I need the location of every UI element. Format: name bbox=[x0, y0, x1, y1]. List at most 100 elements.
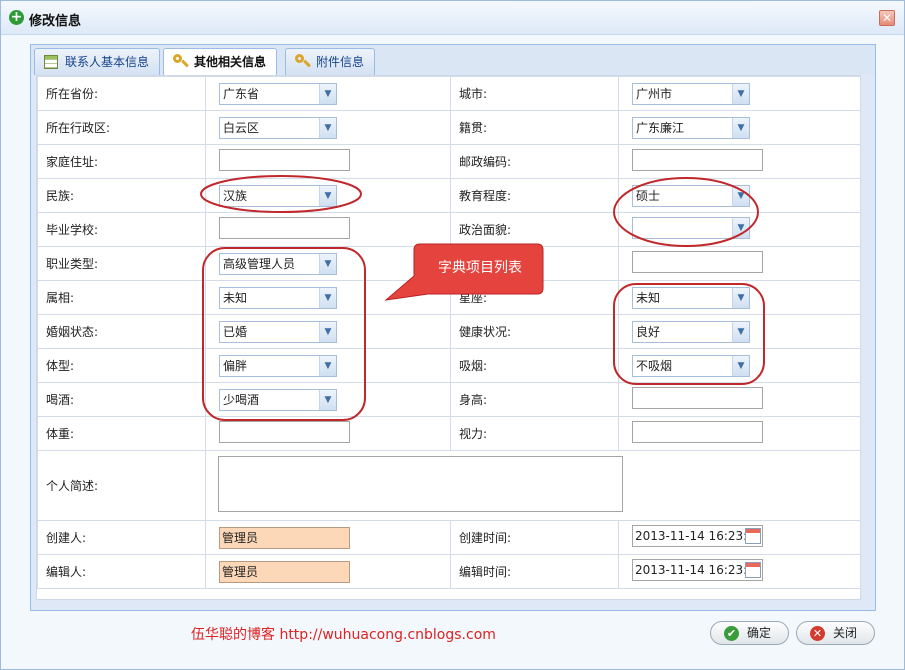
field-label: 吸烟: bbox=[450, 348, 619, 383]
table-icon bbox=[44, 55, 58, 69]
text-input[interactable] bbox=[632, 387, 763, 409]
close-button[interactable]: ✕ 关闭 bbox=[796, 621, 875, 645]
tab-attachments[interactable]: 附件信息 bbox=[285, 48, 376, 75]
blog-link[interactable]: 伍华聪的博客 http://wuhuacong.cnblogs.com bbox=[191, 624, 496, 644]
form-row: 体型: 偏胖 ▼ 吸烟: 不吸烟 ▼ bbox=[37, 348, 861, 383]
dropdown-select[interactable]: 汉族 ▼ bbox=[219, 184, 337, 207]
text-input[interactable] bbox=[219, 421, 350, 443]
form-row: 所在行政区: 白云区 ▼ 籍贯: 广东廉江 ▼ bbox=[37, 110, 861, 145]
tab-contact-basic[interactable]: 联系人基本信息 bbox=[34, 48, 161, 75]
value-cell: 硕士 ▼ bbox=[618, 178, 861, 213]
chevron-down-icon[interactable]: ▼ bbox=[732, 218, 749, 238]
field-label: 政治面貌: bbox=[450, 212, 619, 247]
field-label: 家庭住址: bbox=[37, 144, 206, 179]
editor-label: 编辑人: bbox=[37, 554, 206, 589]
field-label: 毕业学校: bbox=[37, 212, 206, 247]
text-input[interactable] bbox=[632, 421, 763, 443]
form-row: 毕业学校: 政治面貌: ▼ bbox=[37, 212, 861, 247]
field-label: 邮政编码: bbox=[450, 144, 619, 179]
dropdown-select[interactable]: 广东廉江 ▼ bbox=[632, 116, 750, 139]
dialog-title: 修改信息 bbox=[29, 14, 82, 29]
dropdown-select[interactable]: 广东省 ▼ bbox=[219, 82, 337, 105]
dropdown-select[interactable]: 未知 ▼ bbox=[219, 286, 337, 309]
dropdown-value: 汉族 bbox=[223, 188, 248, 203]
key-icon bbox=[295, 54, 304, 63]
dropdown-value: 已婚 bbox=[223, 324, 248, 339]
dropdown-select[interactable]: 硕士 ▼ bbox=[632, 184, 750, 207]
created-time-label: 创建时间: bbox=[450, 520, 619, 555]
field-label: 所在省份: bbox=[37, 76, 206, 111]
dropdown-select[interactable]: 良好 ▼ bbox=[632, 320, 750, 343]
tab-other-info[interactable]: 其他相关信息 bbox=[163, 48, 278, 76]
text-input[interactable] bbox=[219, 149, 350, 171]
key-icon bbox=[173, 54, 182, 63]
dropdown-select[interactable]: 不吸烟 ▼ bbox=[632, 354, 750, 377]
chevron-down-icon[interactable]: ▼ bbox=[319, 355, 336, 376]
edited-time-value: 2013-11-14 16:23:5 bbox=[635, 563, 755, 577]
dropdown-value: 白云区 bbox=[223, 120, 260, 135]
chevron-down-icon[interactable]: ▼ bbox=[319, 185, 336, 206]
chevron-down-icon[interactable]: ▼ bbox=[732, 355, 749, 376]
ok-button[interactable]: ✔ 确定 bbox=[710, 621, 789, 645]
dropdown-select[interactable]: 未知 ▼ bbox=[632, 286, 750, 309]
field-label: 视力: bbox=[450, 416, 619, 451]
creator-label: 创建人: bbox=[37, 520, 206, 555]
created-time-field[interactable]: 2013-11-14 16:23:5 bbox=[632, 525, 763, 547]
value-cell bbox=[205, 144, 451, 179]
form-row: 婚姻状态: 已婚 ▼ 健康状况: 良好 ▼ bbox=[37, 314, 861, 349]
chevron-down-icon[interactable]: ▼ bbox=[319, 83, 336, 104]
chevron-down-icon[interactable]: ▼ bbox=[319, 253, 336, 274]
dropdown-value: 良好 bbox=[636, 324, 661, 339]
value-cell: 白云区 ▼ bbox=[205, 110, 451, 145]
form-row: 体重: 视力: bbox=[37, 416, 861, 451]
chevron-down-icon[interactable]: ▼ bbox=[732, 83, 749, 104]
field-label: 体重: bbox=[37, 416, 206, 451]
check-icon: ✔ bbox=[724, 626, 739, 641]
field-label: 身高: bbox=[450, 382, 619, 417]
field-label: 婚姻状态: bbox=[37, 314, 206, 349]
calendar-icon[interactable] bbox=[745, 528, 761, 544]
field-label: 籍贯: bbox=[450, 110, 619, 145]
calendar-icon[interactable] bbox=[745, 562, 761, 578]
value-cell bbox=[205, 416, 451, 451]
chevron-down-icon[interactable]: ▼ bbox=[732, 185, 749, 206]
dropdown-select[interactable]: 高级管理人员 ▼ bbox=[219, 252, 337, 275]
chevron-down-icon[interactable]: ▼ bbox=[319, 287, 336, 308]
chevron-down-icon[interactable]: ▼ bbox=[319, 321, 336, 342]
chevron-down-icon[interactable]: ▼ bbox=[732, 321, 749, 342]
value-cell: 偏胖 ▼ bbox=[205, 348, 451, 383]
dropdown-select[interactable]: 白云区 ▼ bbox=[219, 116, 337, 139]
form-row: 民族: 汉族 ▼ 教育程度: 硕士 ▼ bbox=[37, 178, 861, 213]
value-cell: 广东省 ▼ bbox=[205, 76, 451, 111]
dropdown-select[interactable]: 已婚 ▼ bbox=[219, 320, 337, 343]
intro-textarea[interactable] bbox=[218, 456, 623, 512]
form-row: 喝酒: 少喝酒 ▼ 身高: bbox=[37, 382, 861, 417]
value-cell bbox=[205, 212, 451, 247]
chevron-down-icon[interactable]: ▼ bbox=[319, 389, 336, 410]
close-icon[interactable]: ✕ bbox=[879, 10, 895, 26]
close-label: 关闭 bbox=[833, 626, 858, 640]
value-cell: 不吸烟 ▼ bbox=[618, 348, 861, 383]
dropdown-select[interactable]: ▼ bbox=[632, 217, 750, 239]
value-cell bbox=[618, 144, 861, 179]
edited-time-field[interactable]: 2013-11-14 16:23:5 bbox=[632, 559, 763, 581]
value-cell: 未知 ▼ bbox=[205, 280, 451, 315]
chevron-down-icon[interactable]: ▼ bbox=[732, 287, 749, 308]
form-grid: 所在省份: 广东省 ▼ 城市: 广州市 ▼ 所在行政区: 白云区 ▼ 籍贯: 广东廉江 ▼ 家庭住址: 邮… bbox=[37, 76, 861, 589]
chevron-down-icon[interactable]: ▼ bbox=[319, 117, 336, 138]
dropdown-value: 未知 bbox=[636, 290, 661, 305]
field-label: 健康状况: bbox=[450, 314, 619, 349]
text-input[interactable] bbox=[632, 251, 763, 273]
text-input[interactable] bbox=[219, 217, 350, 239]
intro-label: 个人简述: bbox=[37, 450, 206, 521]
ok-label: 确定 bbox=[747, 626, 772, 640]
dropdown-select[interactable]: 少喝酒 ▼ bbox=[219, 388, 337, 411]
dropdown-value: 少喝酒 bbox=[223, 392, 260, 407]
text-input[interactable] bbox=[632, 149, 763, 171]
chevron-down-icon[interactable]: ▼ bbox=[732, 117, 749, 138]
value-cell: 广东廉江 ▼ bbox=[618, 110, 861, 145]
dropdown-select[interactable]: 广州市 ▼ bbox=[632, 82, 750, 105]
dropdown-select[interactable]: 偏胖 ▼ bbox=[219, 354, 337, 377]
dropdown-value: 偏胖 bbox=[223, 358, 248, 373]
field-label: 民族: bbox=[37, 178, 206, 213]
